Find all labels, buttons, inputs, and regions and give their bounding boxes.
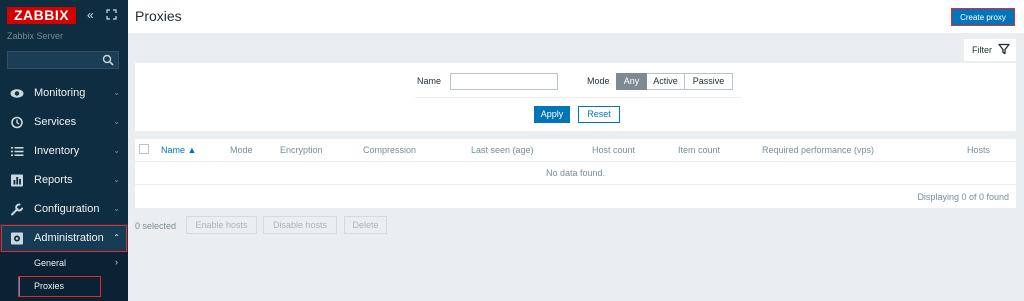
page-title: Proxies [135, 8, 182, 24]
column-label: Name [161, 145, 186, 155]
sort-ascending-icon: ▲ [187, 145, 197, 155]
zabbix-logo[interactable]: ZABBIX [7, 7, 76, 24]
filter-tab[interactable]: Filter [964, 39, 1016, 61]
selected-count: 0 selected [135, 221, 177, 231]
create-proxy-button[interactable]: Create proxy [951, 8, 1015, 26]
chevron-down-icon: ⌄ [113, 117, 120, 126]
row-separator [135, 184, 1016, 185]
kiosk-mode-icon[interactable] [106, 9, 117, 23]
chevron-down-icon: ⌄ [113, 146, 120, 155]
menu-item-configuration[interactable]: Configuration ⌄ [0, 195, 128, 224]
chevron-right-icon: › [115, 257, 118, 267]
filter-panel: Name Mode Any Active Passive Apply Reset [135, 63, 1016, 131]
bar-chart-icon [11, 174, 23, 187]
menu-label: Monitoring [34, 87, 86, 99]
eye-icon [10, 89, 24, 98]
clock-icon [11, 116, 23, 129]
column-header-host-count: Host count [592, 145, 636, 155]
search-icon[interactable] [102, 54, 114, 66]
proxies-table: Name ▲ Mode Encryption Compression Last … [135, 139, 1016, 208]
divider [415, 97, 741, 98]
enable-hosts-button[interactable]: Enable hosts [186, 216, 257, 234]
name-input[interactable] [450, 73, 558, 90]
pagination-summary: Displaying 0 of 0 found [917, 192, 1009, 202]
column-header-last-seen: Last seen (age) [471, 145, 534, 155]
mode-option-passive[interactable]: Passive [685, 73, 733, 90]
chevron-up-icon: ⌃ [113, 233, 120, 242]
column-header-mode: Mode [230, 145, 253, 155]
delete-button[interactable]: Delete [344, 216, 387, 234]
column-header-hosts: Hosts [967, 145, 991, 155]
column-header-required-performance: Required performance (vps) [762, 145, 875, 155]
chevron-down-icon: ⌄ [113, 175, 120, 184]
highlight-box [18, 276, 101, 297]
chevron-down-icon: ⌄ [113, 204, 120, 213]
select-all-checkbox[interactable] [139, 144, 149, 154]
apply-button[interactable]: Apply [534, 106, 570, 123]
menu-item-services[interactable]: Services ⌄ [0, 108, 128, 137]
menu-label: Administration [34, 232, 104, 244]
disable-hosts-button[interactable]: Disable hosts [263, 216, 337, 234]
menu-label: Inventory [34, 145, 80, 157]
column-header-name[interactable]: Name ▲ [161, 145, 196, 155]
column-header-encryption: Encryption [280, 145, 323, 155]
menu-item-inventory[interactable]: Inventory ⌄ [0, 137, 128, 166]
wrench-icon [11, 203, 23, 216]
chevron-down-icon: ⌄ [113, 88, 120, 97]
gear-icon [11, 232, 23, 245]
column-header-item-count: Item count [678, 145, 721, 155]
list-icon [11, 147, 24, 156]
filter-icon [998, 43, 1010, 55]
sidebar: ZABBIX « Zabbix Server Monitoring ⌄ Serv… [0, 0, 128, 301]
name-label: Name [417, 76, 442, 86]
menu-item-reports[interactable]: Reports ⌄ [0, 166, 128, 195]
server-name: Zabbix Server [7, 31, 64, 41]
row-separator [135, 161, 1016, 162]
collapse-sidebar-icon[interactable]: « [87, 8, 94, 22]
menu-item-monitoring[interactable]: Monitoring ⌄ [0, 79, 128, 108]
menu-label: Configuration [34, 203, 100, 215]
header-band [128, 0, 1024, 33]
mode-label: Mode [587, 76, 610, 86]
search-input[interactable] [7, 51, 119, 69]
submenu-item-general[interactable]: General › [0, 252, 128, 275]
mode-option-any[interactable]: Any [616, 73, 647, 90]
column-header-compression: Compression [363, 145, 417, 155]
reset-button[interactable]: Reset [578, 106, 620, 123]
menu-item-administration[interactable]: Administration ⌃ [0, 224, 128, 253]
submenu-label: General [34, 258, 67, 268]
menu-label: Reports [34, 174, 73, 186]
filter-label: Filter [972, 45, 992, 55]
menu-label: Services [34, 116, 77, 128]
no-data-message: No data found. [545, 168, 606, 178]
mode-option-active[interactable]: Active [647, 73, 685, 90]
